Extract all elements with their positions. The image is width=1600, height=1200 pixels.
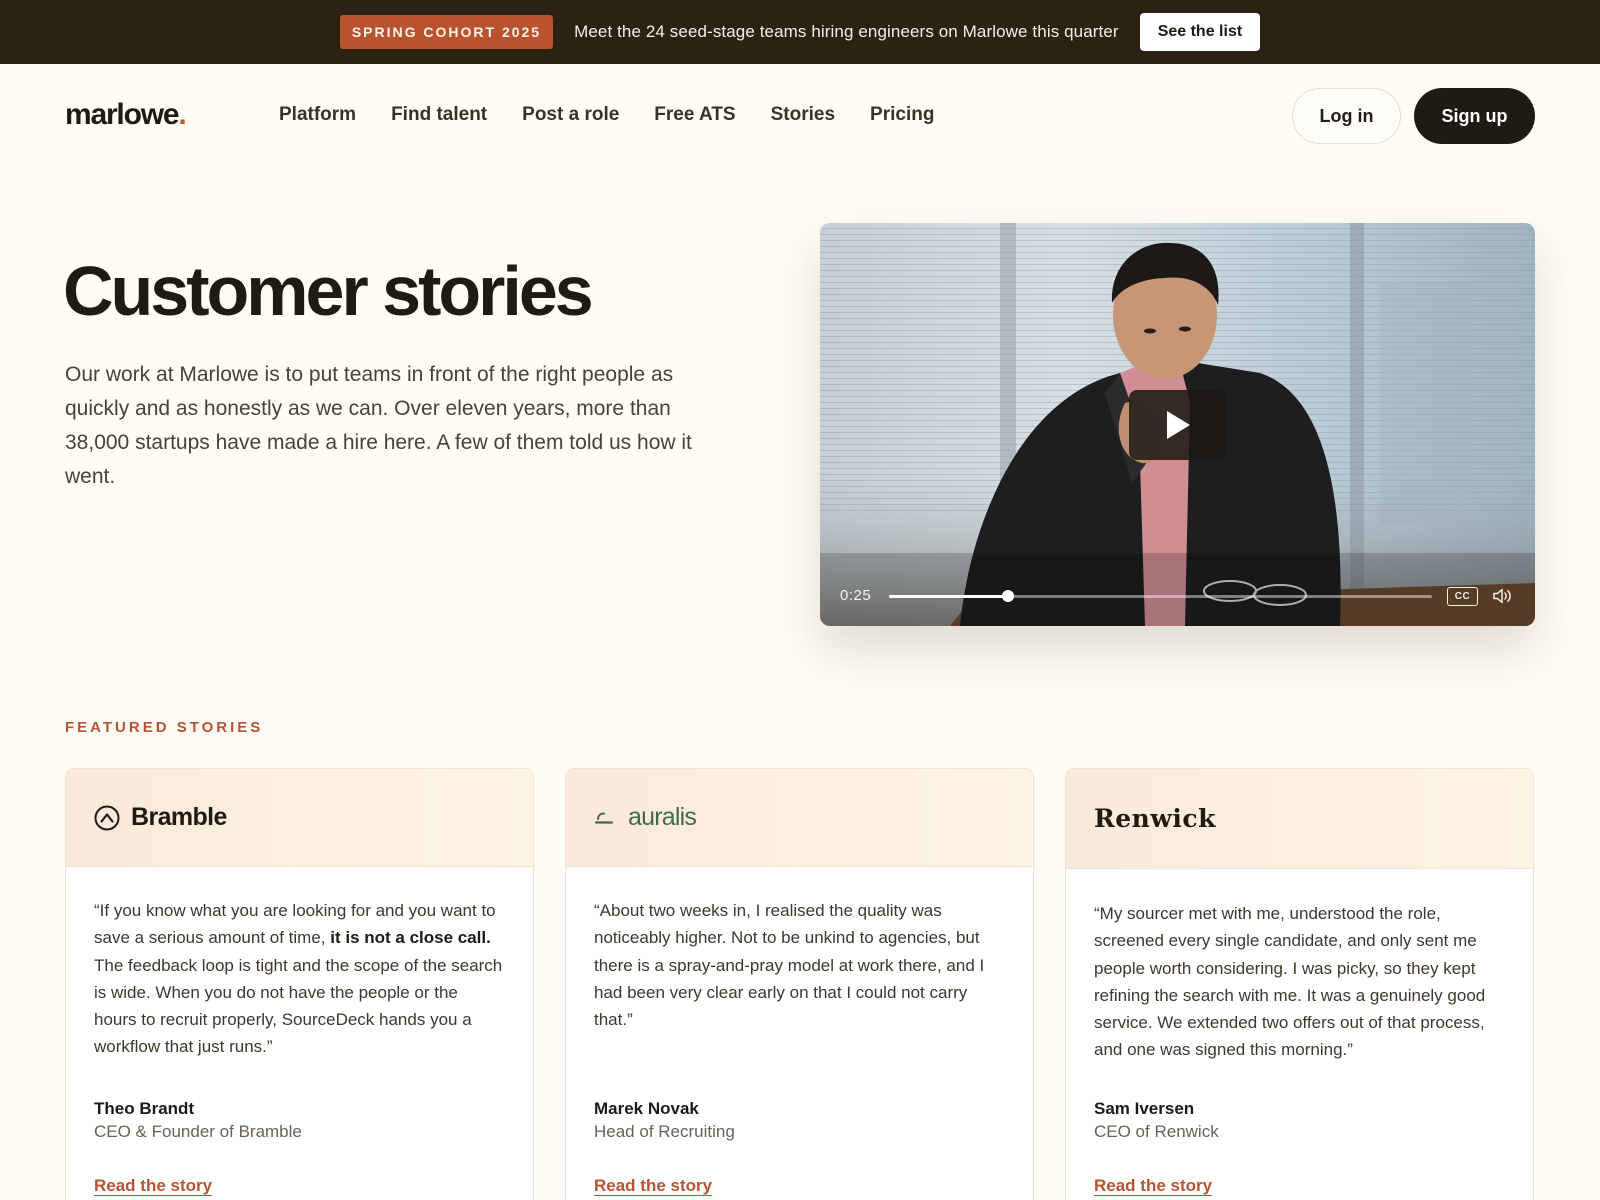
video-player[interactable]: 0:25 CC <box>820 223 1535 626</box>
bramble-logo-icon <box>94 805 120 830</box>
cohort-badge: SPRING COHORT 2025 <box>339 15 554 49</box>
story-card-bramble: Bramble “If you know what you are lookin… <box>65 768 534 1200</box>
testimonial-quote: “About two weeks in, I realised the qual… <box>594 901 985 1030</box>
quote-emphasis: it is not a close call. <box>330 928 491 948</box>
read-story-link[interactable]: Read the story <box>594 1176 712 1196</box>
testimonial-author: Sam Iversen CEO of Renwick <box>1094 1098 1219 1144</box>
main-nav: Platform Find talent Post a role Free AT… <box>279 104 969 126</box>
read-story-link[interactable]: Read the story <box>94 1176 212 1196</box>
company-name: Bramble <box>131 803 227 831</box>
volume-button[interactable] <box>1493 588 1513 609</box>
nav-item-post-role[interactable]: Post a role <box>522 104 619 126</box>
video-progress-fill <box>889 595 1009 598</box>
announcement-text: Meet the 24 seed-stage teams hiring engi… <box>574 22 1119 41</box>
company-name: auralis <box>628 803 697 831</box>
testimonial-quote: “My sourcer met with me, understood the … <box>1094 904 1486 1060</box>
nav-item-pricing[interactable]: Pricing <box>870 104 934 126</box>
story-card-auralis: auralis “About two weeks in, I realised … <box>565 768 1034 1200</box>
auralis-logo-icon <box>594 812 614 824</box>
card-header: auralis <box>566 769 1033 867</box>
play-icon <box>1167 411 1190 439</box>
author-role: CEO of Renwick <box>1094 1122 1219 1141</box>
author-name: Sam Iversen <box>1094 1099 1195 1118</box>
testimonial-author: Marek Novak Head of Recruiting <box>594 1098 735 1144</box>
nav-item-stories[interactable]: Stories <box>771 104 835 126</box>
page-title: Customer stories <box>63 252 594 330</box>
video-progress-bar[interactable] <box>889 590 1432 602</box>
announcement-bar: SPRING COHORT 2025 Meet the 24 seed-stag… <box>0 0 1600 64</box>
login-button[interactable]: Log in <box>1292 88 1401 144</box>
site-logo[interactable]: marlowe. <box>65 98 187 132</box>
read-story-link[interactable]: Read the story <box>1094 1176 1212 1196</box>
captions-button[interactable]: CC <box>1447 587 1478 606</box>
card-header: Renwick <box>1066 769 1533 869</box>
logo-wordmark: marlowe <box>65 98 180 131</box>
nav-item-free-ats[interactable]: Free ATS <box>654 104 735 126</box>
quote-text-continued: The feedback loop is tight and the scope… <box>94 955 503 1057</box>
nav-item-platform[interactable]: Platform <box>279 104 356 126</box>
video-timestamp: 0:25 <box>840 587 872 604</box>
nav-item-find-talent[interactable]: Find talent <box>391 104 487 126</box>
featured-stories-label: FEATURED STORIES <box>65 719 264 736</box>
volume-icon <box>1493 588 1511 604</box>
company-name: Renwick <box>1094 804 1216 833</box>
logo-dot: . <box>178 98 186 131</box>
author-role: Head of Recruiting <box>594 1122 735 1141</box>
story-card-renwick: Renwick “My sourcer met with me, underst… <box>1065 768 1534 1200</box>
see-list-button[interactable]: See the list <box>1139 13 1261 51</box>
author-name: Theo Brandt <box>94 1099 195 1118</box>
signup-button[interactable]: Sign up <box>1414 88 1535 144</box>
author-role: CEO & Founder of Bramble <box>94 1122 302 1141</box>
hero-intro: Our work at Marlowe is to put teams in f… <box>65 363 692 488</box>
author-name: Marek Novak <box>594 1099 699 1118</box>
testimonial-quote: “If you know what you are looking for an… <box>66 897 533 1061</box>
card-header: Bramble <box>66 769 533 867</box>
testimonial-author: Theo Brandt CEO & Founder of Bramble <box>94 1098 302 1144</box>
play-button[interactable] <box>1129 390 1227 460</box>
